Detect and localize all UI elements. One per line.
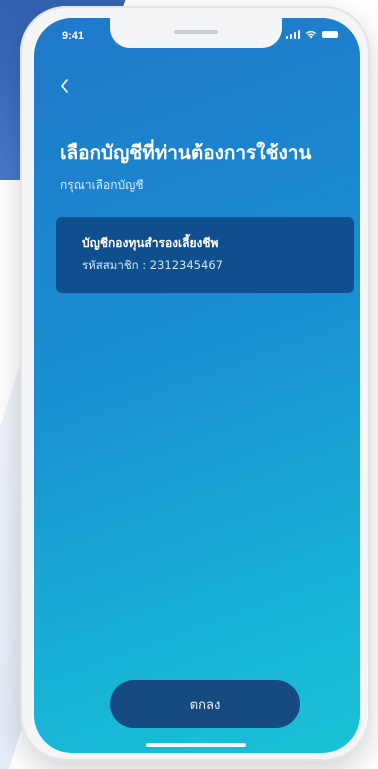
home-indicator <box>146 743 246 747</box>
account-card[interactable]: บัญชีกองทุนสำรองเลี้ยงชีพ รหัสสมาชิก : 2… <box>56 217 354 293</box>
canvas: 9:41 เลือกบัญชีที่ท่านต้องการใช้งาน กรุณ… <box>0 0 378 769</box>
chevron-left-icon <box>61 79 68 93</box>
wifi-icon <box>305 31 317 39</box>
battery-icon <box>322 31 338 38</box>
status-icons <box>285 30 338 39</box>
back-button[interactable] <box>54 74 78 98</box>
speaker-grille <box>174 30 218 34</box>
account-name: บัญชีกองทุนสำรองเลี้ยงชีพ <box>82 236 219 250</box>
phone-notch <box>110 18 282 48</box>
app-screen: 9:41 เลือกบัญชีที่ท่านต้องการใช้งาน กรุณ… <box>34 18 360 753</box>
signal-icon <box>285 30 300 39</box>
confirm-button[interactable]: ตกลง <box>110 680 300 728</box>
status-time: 9:41 <box>62 30 85 42</box>
page-subtitle: กรุณาเลือกบัญชี <box>60 178 144 192</box>
account-member-id: รหัสสมาชิก : 2312345467 <box>82 258 223 272</box>
page-title: เลือกบัญชีที่ท่านต้องการใช้งาน <box>60 142 312 164</box>
